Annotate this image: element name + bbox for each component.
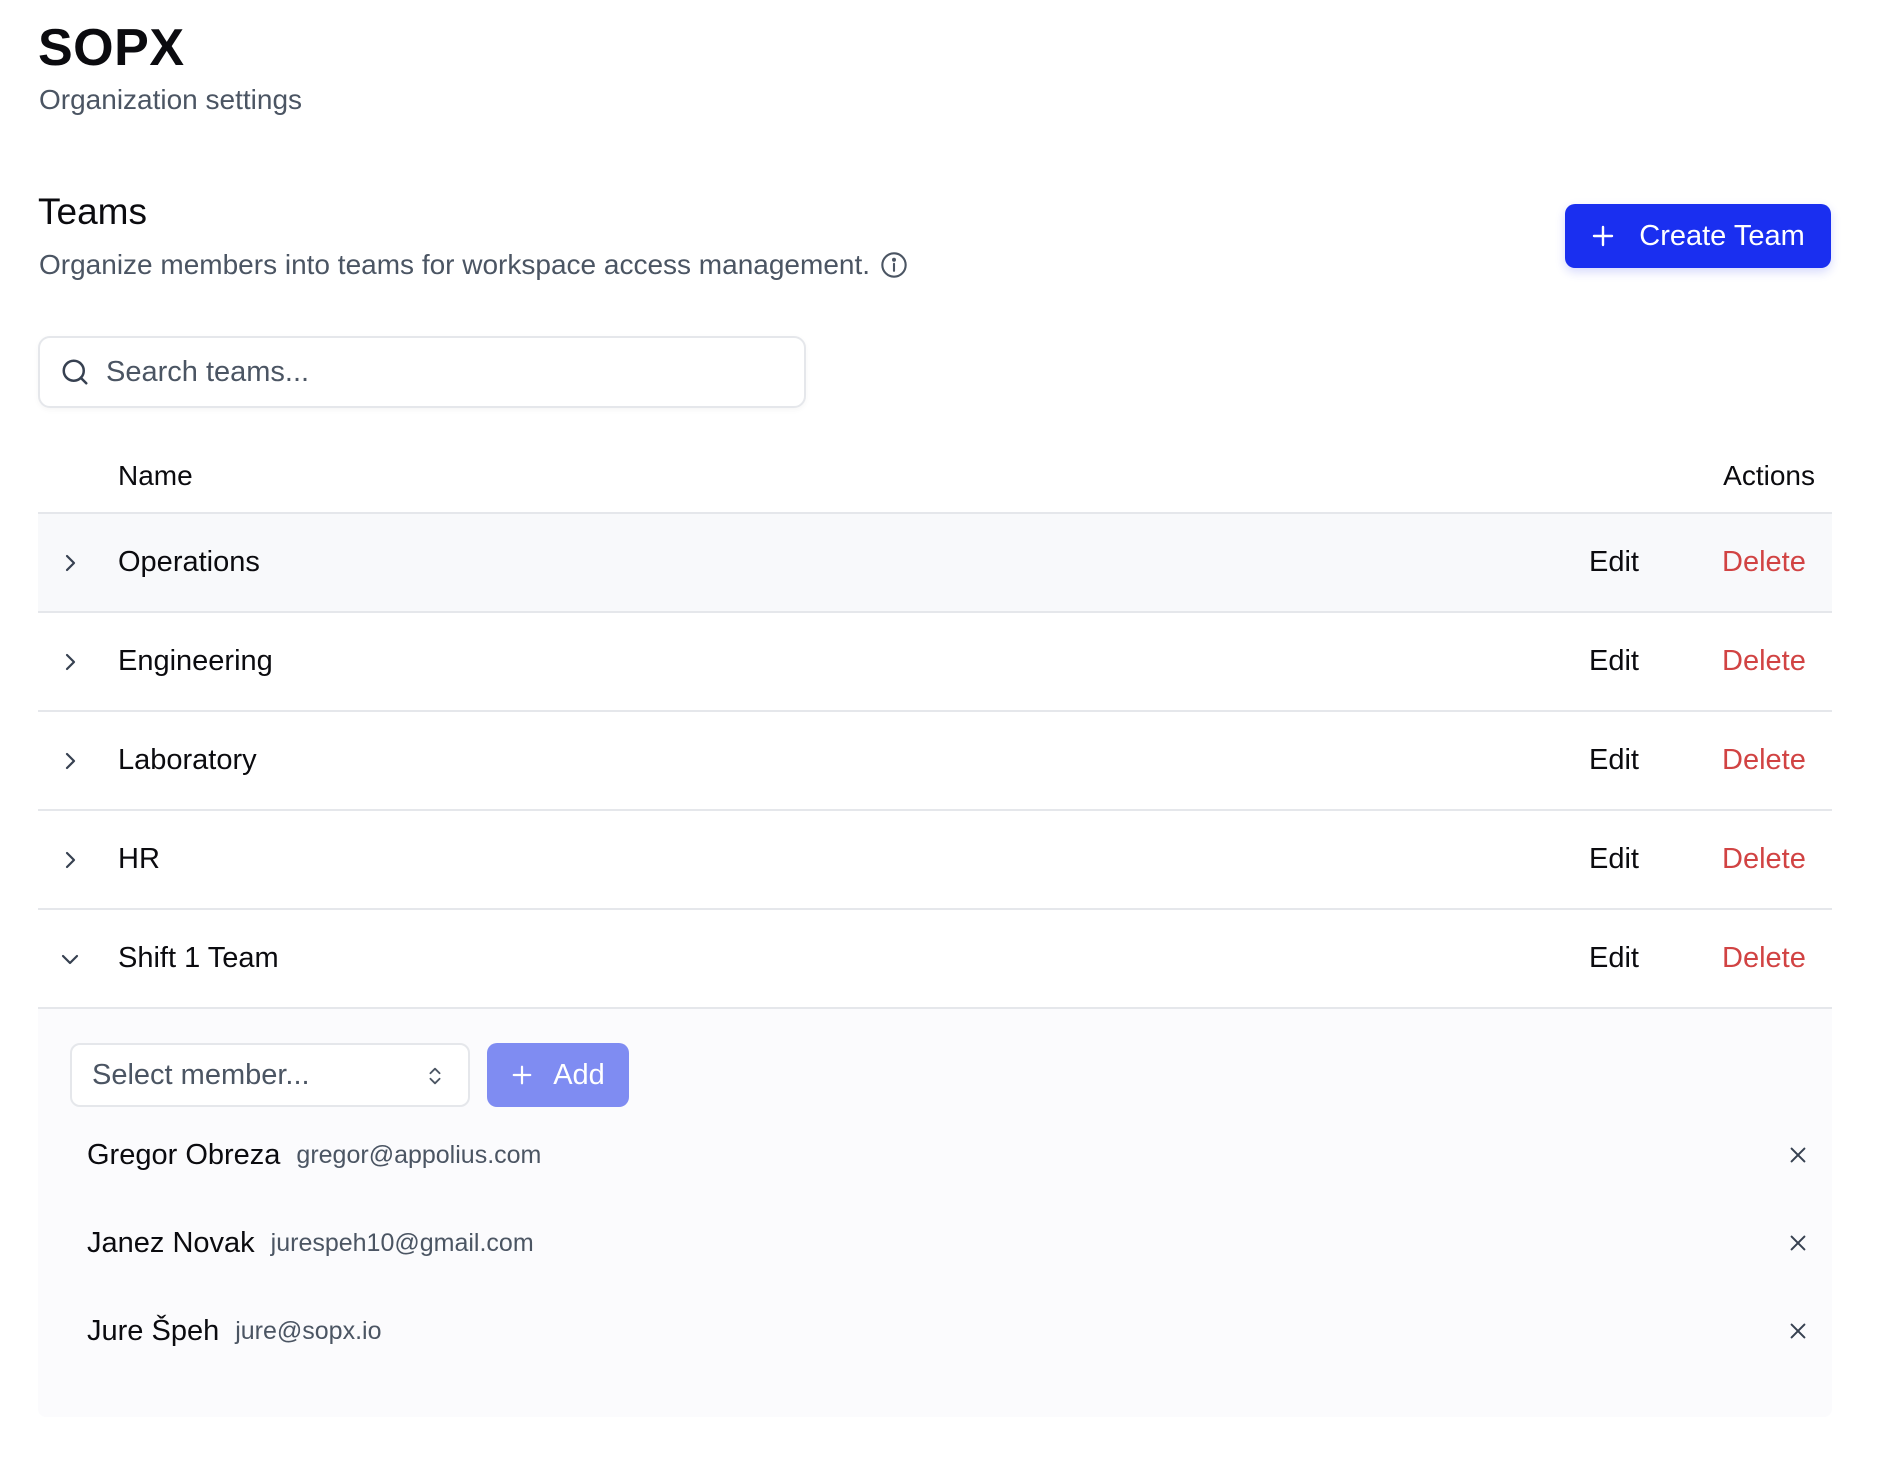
table-row[interactable]: HR Edit Delete (38, 811, 1832, 910)
add-member-label: Add (553, 1058, 605, 1091)
table-header: Name Actions (38, 440, 1832, 514)
chevron-right-icon[interactable] (58, 650, 82, 674)
column-header-name: Name (118, 460, 193, 491)
info-icon[interactable] (880, 251, 908, 279)
delete-button[interactable]: Delete (1722, 843, 1806, 876)
delete-button[interactable]: Delete (1722, 942, 1806, 975)
add-member-button[interactable]: Add (487, 1043, 629, 1107)
edit-button[interactable]: Edit (1589, 645, 1639, 678)
delete-button[interactable]: Delete (1722, 744, 1806, 777)
member-list-item: Jure Špeh jure@sopx.io (87, 1311, 1807, 1351)
close-icon[interactable] (1787, 1320, 1809, 1342)
team-name: Laboratory (118, 744, 257, 776)
chevron-right-icon[interactable] (58, 749, 82, 773)
member-list-item: Gregor Obreza gregor@appolius.com (87, 1135, 1807, 1175)
edit-button[interactable]: Edit (1589, 546, 1639, 579)
teams-section-description: Organize members into teams for workspac… (39, 247, 908, 283)
edit-button[interactable]: Edit (1589, 744, 1639, 777)
table-row[interactable]: Engineering Edit Delete (38, 613, 1832, 712)
member-email: jurespeh10@gmail.com (270, 1228, 534, 1257)
teams-section-title: Teams (38, 191, 147, 232)
member-name: Gregor Obreza (87, 1138, 281, 1171)
search-teams-input[interactable] (104, 354, 768, 390)
delete-button[interactable]: Delete (1722, 645, 1806, 678)
chevron-up-down-icon (429, 1067, 441, 1085)
team-name: Operations (118, 546, 260, 578)
plus-icon (1593, 225, 1614, 247)
delete-button[interactable]: Delete (1722, 546, 1806, 579)
member-name: Jure Špeh (87, 1314, 220, 1347)
close-icon[interactable] (1787, 1232, 1809, 1254)
team-name: Engineering (118, 645, 273, 677)
column-header-actions: Actions (1723, 460, 1815, 491)
plus-icon (512, 1065, 532, 1085)
team-members-panel: Select member... Add Gregor Obreza grego… (38, 1009, 1832, 1417)
organization-settings-page: SOPX Organization settings Teams Organiz… (0, 0, 1886, 1470)
create-team-button[interactable]: Create Team (1565, 204, 1831, 268)
table-row-expanded[interactable]: Shift 1 Team Edit Delete (38, 910, 1832, 1009)
chevron-right-icon[interactable] (58, 551, 82, 575)
edit-button[interactable]: Edit (1589, 942, 1639, 975)
close-icon[interactable] (1787, 1144, 1809, 1166)
organization-subtitle: Organization settings (39, 84, 303, 115)
search-icon (62, 359, 88, 385)
create-team-label: Create Team (1639, 219, 1805, 252)
chevron-down-icon[interactable] (58, 947, 82, 971)
teams-description-text: Organize members into teams for workspac… (39, 249, 871, 280)
team-name: Shift 1 Team (118, 942, 279, 974)
member-email: jure@sopx.io (235, 1316, 382, 1345)
member-email: gregor@appolius.com (296, 1140, 542, 1169)
search-teams-box[interactable] (38, 336, 806, 408)
table-row[interactable]: Operations Edit Delete (38, 514, 1832, 613)
table-row[interactable]: Laboratory Edit Delete (38, 712, 1832, 811)
teams-table: Name Actions Operations Edit Delete Engi… (38, 440, 1832, 1417)
organization-title: SOPX (38, 19, 185, 77)
member-list-item: Janez Novak jurespeh10@gmail.com (87, 1223, 1807, 1263)
edit-button[interactable]: Edit (1589, 843, 1639, 876)
member-name: Janez Novak (87, 1226, 255, 1259)
team-name: HR (118, 843, 160, 875)
chevron-right-icon[interactable] (58, 848, 82, 872)
select-member-placeholder: Select member... (92, 1058, 310, 1091)
select-member-dropdown[interactable]: Select member... (70, 1043, 470, 1107)
